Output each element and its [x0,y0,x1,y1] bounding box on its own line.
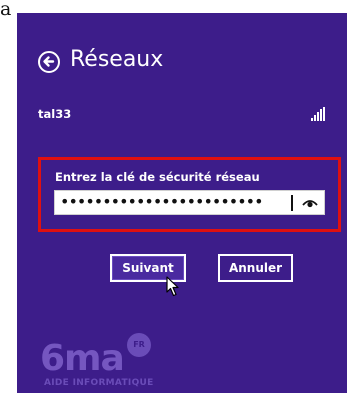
network-flyout-panel: Réseaux tal33 Entrez la clé de sécurité … [17,13,347,393]
back-button[interactable] [38,51,60,73]
watermark-tagline: AIDE INFORMATIQUE [44,378,154,388]
back-arrow-circle-icon [43,56,55,67]
security-key-input[interactable]: •••••••••••••••••••••••• [54,190,325,215]
mouse-pointer-icon [166,276,179,297]
tab-fragment-text: a [0,0,12,20]
text-caret [291,195,293,211]
security-key-highlight: Entrez la clé de sécurité réseau •••••••… [38,157,341,232]
cancel-button[interactable]: Annuler [218,254,293,282]
security-key-label: Entrez la clé de sécurité réseau [55,170,260,184]
security-key-value: •••••••••••••••••••••••• [60,192,263,211]
watermark-badge: FR [127,333,151,357]
eye-icon[interactable] [302,197,318,208]
panel-title: Réseaux [70,47,164,72]
signal-strength-icon [311,107,325,121]
network-name: tal33 [38,107,72,121]
page: a Réseaux tal33 Entrez la clé de sécurit… [0,0,353,393]
watermark-logo: 6ma [40,338,125,379]
